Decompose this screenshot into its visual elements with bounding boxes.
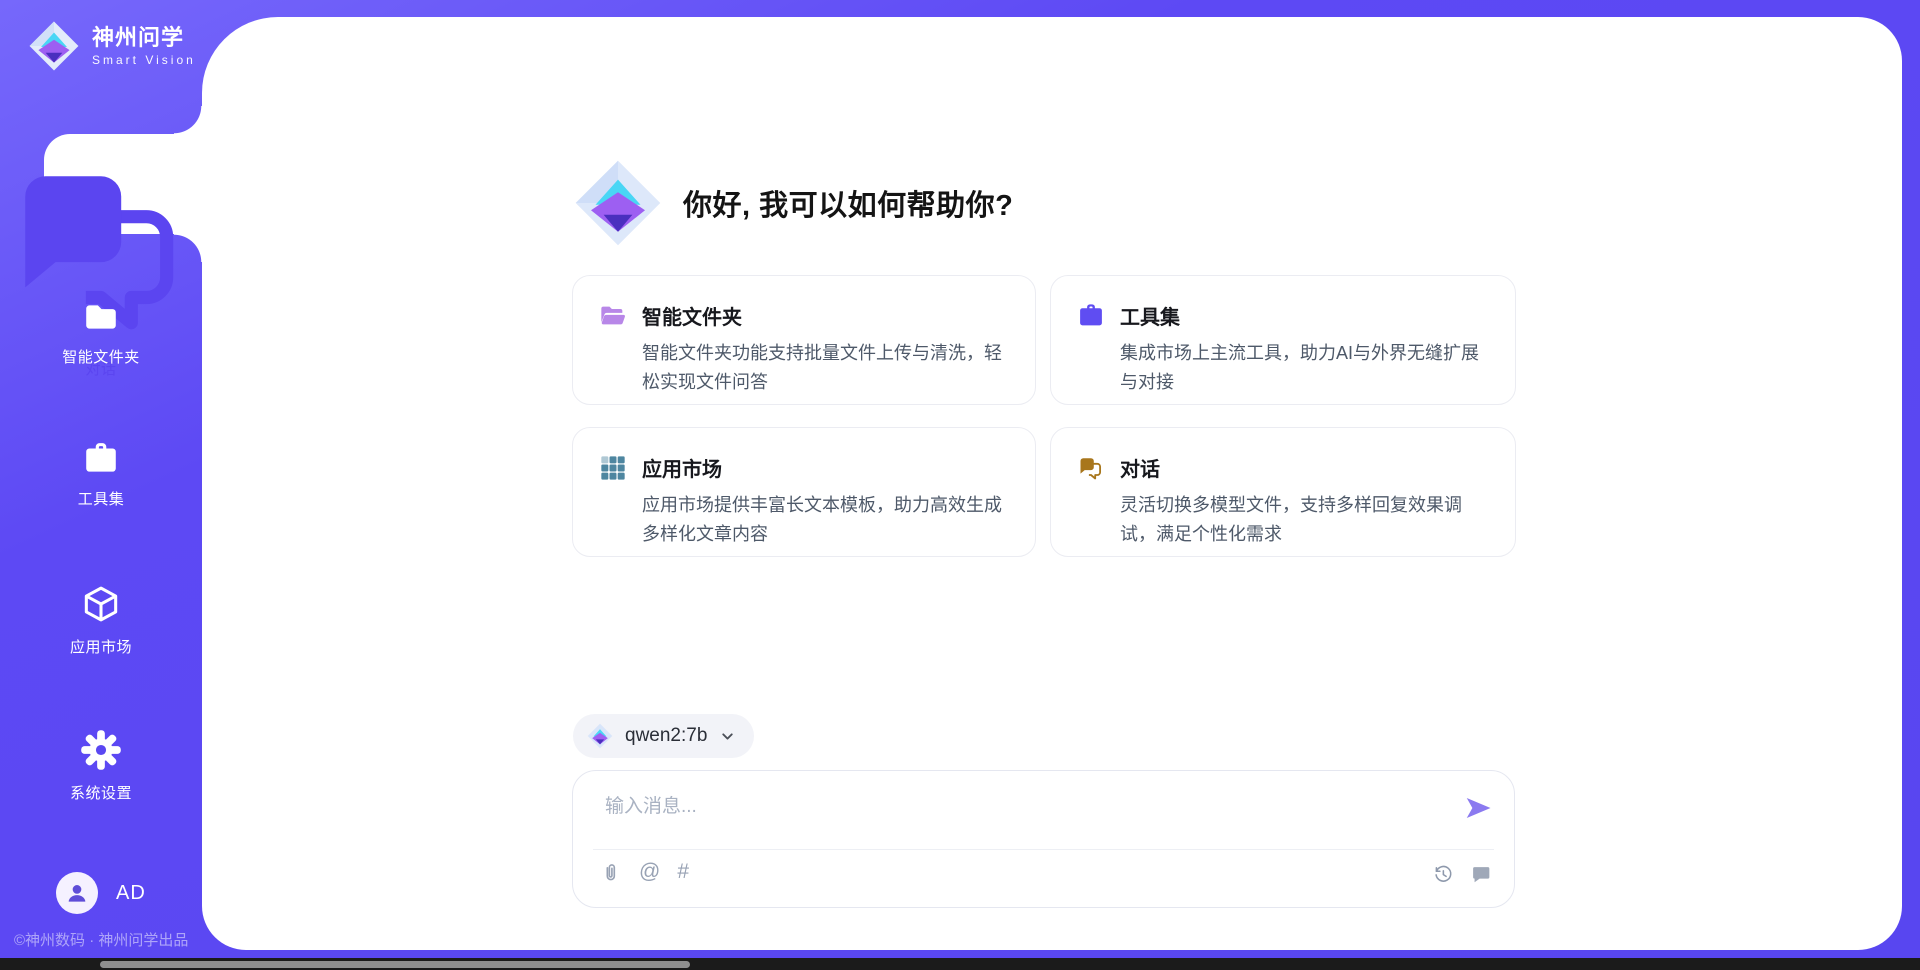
user-profile[interactable]: AD — [56, 872, 146, 914]
folder-icon — [82, 298, 120, 336]
person-icon — [64, 880, 90, 906]
card-title: 对话 — [1120, 453, 1160, 482]
message-input[interactable] — [603, 791, 1447, 823]
cube-icon — [79, 582, 123, 626]
assistant-logo-icon — [573, 158, 663, 248]
avatar — [56, 872, 98, 914]
sidebar-item-label: 系统设置 — [70, 782, 132, 803]
sidebar-item-label: 应用市场 — [70, 636, 132, 657]
chat-bubble-icon[interactable] — [1470, 863, 1492, 885]
model-name: qwen2:7b — [625, 725, 707, 747]
card-title: 智能文件夹 — [642, 301, 742, 330]
model-logo-icon — [587, 723, 613, 749]
card-description: 应用市场提供丰富长文本模板，助力高效生成多样化文章内容 — [642, 491, 1011, 549]
send-icon[interactable] — [1463, 793, 1493, 823]
copyright-text: ©神州数码 · 神州问学出品 — [14, 929, 188, 950]
horizontal-scrollbar-thumb[interactable] — [100, 961, 690, 968]
feature-cards: 智能文件夹 智能文件夹功能支持批量文件上传与清洗，轻松实现文件问答 工具集 集成… — [572, 275, 1516, 557]
card-description: 集成市场上主流工具，助力AI与外界无缝扩展与对接 — [1120, 339, 1491, 397]
brand-subtitle: Smart Vision — [92, 53, 196, 67]
sidebar-item-label: 智能文件夹 — [62, 346, 140, 367]
tab-fillet-top — [174, 106, 202, 134]
history-icon[interactable] — [1432, 863, 1454, 885]
user-initials: AD — [116, 882, 146, 905]
sidebar-item-label: 工具集 — [78, 488, 125, 509]
composer-divider — [593, 849, 1494, 850]
greeting: 你好, 我可以如何帮助你? — [573, 158, 1013, 248]
card-title: 应用市场 — [642, 453, 722, 482]
grid-icon — [599, 454, 627, 482]
gear-icon — [79, 728, 123, 772]
brand-text: 神州问学 Smart Vision — [92, 26, 196, 67]
brand-name: 神州问学 — [92, 26, 196, 50]
sidebar-item-smart-folder[interactable]: 智能文件夹 — [0, 298, 202, 367]
message-composer: @ # — [572, 770, 1515, 908]
chevron-down-icon — [719, 728, 736, 745]
card-description: 智能文件夹功能支持批量文件上传与清洗，轻松实现文件问答 — [642, 339, 1011, 397]
folder-open-icon — [599, 302, 627, 330]
briefcase-icon — [1077, 302, 1105, 330]
paperclip-icon[interactable] — [600, 861, 622, 883]
card-title: 工具集 — [1120, 301, 1180, 330]
card-app-market[interactable]: 应用市场 应用市场提供丰富长文本模板，助力高效生成多样化文章内容 — [572, 427, 1036, 557]
brand-logo: 神州问学 Smart Vision — [28, 20, 196, 72]
briefcase-icon — [82, 440, 120, 478]
brand-diamond-icon — [28, 20, 80, 72]
sidebar-item-toolset[interactable]: 工具集 — [0, 440, 202, 509]
mention-icon[interactable]: @ — [639, 861, 660, 883]
composer-tools-right — [1432, 863, 1492, 885]
card-toolset[interactable]: 工具集 集成市场上主流工具，助力AI与外界无缝扩展与对接 — [1050, 275, 1516, 405]
hashtag-icon[interactable]: # — [677, 861, 689, 883]
greeting-text: 你好, 我可以如何帮助你? — [683, 182, 1013, 224]
card-chat[interactable]: 对话 灵活切换多模型文件，支持多样回复效果调试，满足个性化需求 — [1050, 427, 1516, 557]
sidebar-item-settings[interactable]: 系统设置 — [0, 728, 202, 803]
card-description: 灵活切换多模型文件，支持多样回复效果调试，满足个性化需求 — [1120, 491, 1491, 549]
composer-tools-left: @ # — [600, 861, 689, 883]
card-smart-folder[interactable]: 智能文件夹 智能文件夹功能支持批量文件上传与清洗，轻松实现文件问答 — [572, 275, 1036, 405]
app-window: 神州问学 Smart Vision 对话 智能文件夹 工具集 应用市场 — [0, 0, 1920, 970]
model-selector[interactable]: qwen2:7b — [573, 714, 754, 758]
sidebar-item-app-market[interactable]: 应用市场 — [0, 582, 202, 657]
chat-icon — [1077, 454, 1105, 482]
